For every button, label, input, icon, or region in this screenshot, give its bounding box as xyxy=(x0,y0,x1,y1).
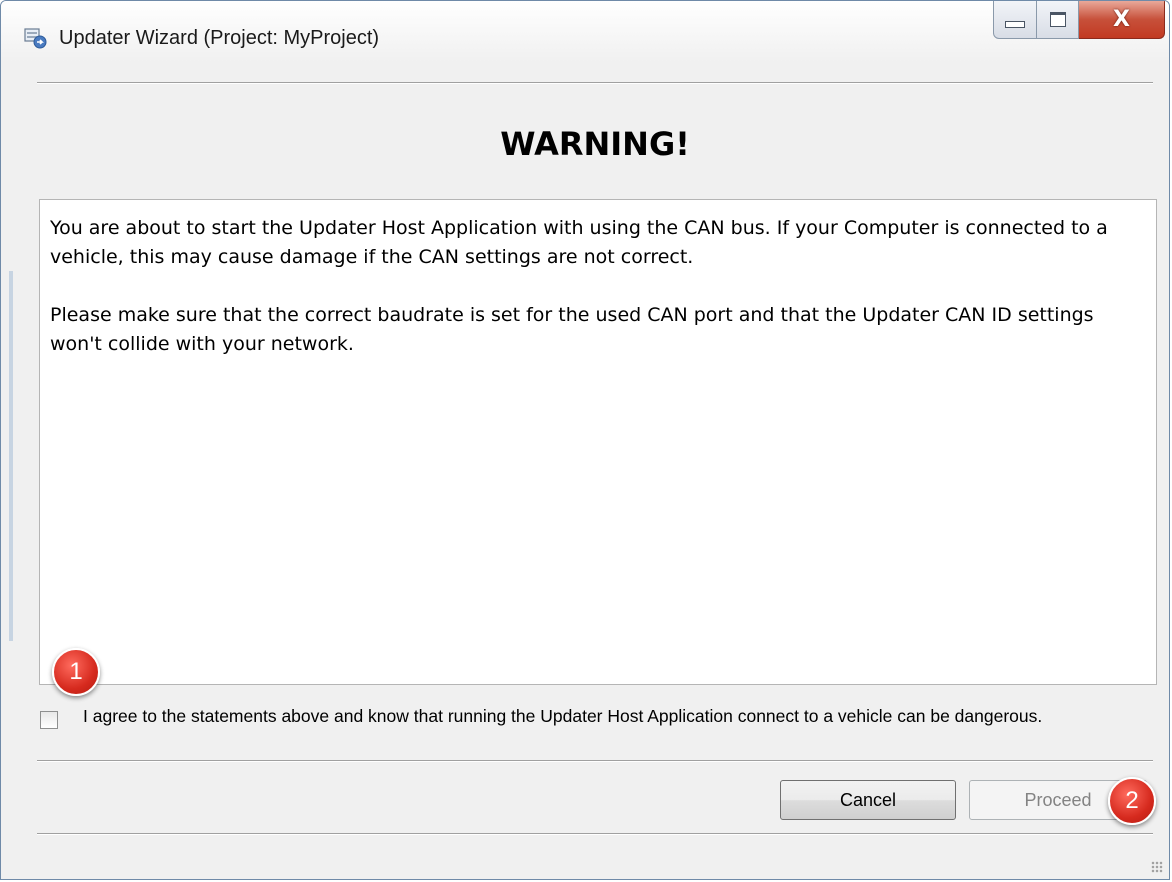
warning-paragraph-2: Please make sure that the correct baudra… xyxy=(50,304,1094,355)
resize-grip-icon[interactable] xyxy=(1151,861,1163,873)
bottom-divider xyxy=(37,760,1153,762)
left-edge-accent xyxy=(9,271,13,641)
warning-heading: WARNING! xyxy=(500,125,690,163)
annotation-badge-1: 1 xyxy=(52,648,100,696)
annotation-badge-2: 2 xyxy=(1108,777,1156,825)
window-title: Updater Wizard (Project: MyProject) xyxy=(59,27,380,49)
updater-wizard-window: Updater Wizard (Project: MyProject) X WA… xyxy=(0,0,1170,880)
agree-label[interactable]: I agree to the statements above and know… xyxy=(83,705,1123,728)
minimize-icon xyxy=(1005,21,1025,28)
agree-checkbox[interactable] xyxy=(40,711,58,729)
warning-text-box[interactable]: You are about to start the Updater Host … xyxy=(39,199,1157,685)
maximize-button[interactable] xyxy=(1037,1,1079,39)
warning-paragraph-1: You are about to start the Updater Host … xyxy=(50,217,1108,268)
minimize-button[interactable] xyxy=(993,1,1037,39)
title-bar[interactable]: Updater Wizard (Project: MyProject) X xyxy=(1,1,1169,63)
top-divider xyxy=(37,82,1153,84)
close-icon: X xyxy=(1113,7,1130,32)
footer-divider xyxy=(37,833,1153,835)
close-button[interactable]: X xyxy=(1079,1,1165,39)
maximize-icon xyxy=(1049,12,1066,27)
window-controls: X xyxy=(993,1,1165,43)
updater-app-icon xyxy=(24,28,47,49)
cancel-button[interactable]: Cancel xyxy=(780,780,956,820)
